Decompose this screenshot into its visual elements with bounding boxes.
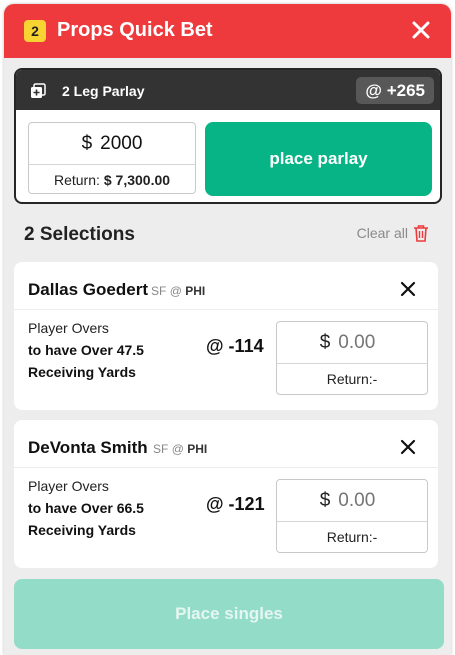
selections-title: 2 Selections — [24, 224, 135, 245]
trash-icon — [414, 225, 428, 242]
matchup: SF @ PHI — [151, 284, 205, 298]
clear-all-label: Clear all — [356, 225, 408, 241]
selection-stake-field[interactable]: $ — [277, 480, 427, 522]
parlay-bar: 2 Leg Parlay @ +265 — [16, 70, 440, 110]
at-symbol: @ — [169, 284, 182, 298]
matchup: SF @ PHI — [153, 442, 207, 456]
parlay-card: 2 Leg Parlay @ +265 $ 2000 Return: $ 7,3… — [14, 68, 442, 204]
selection-card-header: Dallas Goedert SF @ PHI — [14, 262, 438, 310]
selection-stake-box[interactable]: $ Return:- — [276, 479, 428, 553]
home-team: PHI — [185, 284, 206, 298]
remove-selection-icon[interactable] — [400, 281, 416, 297]
away-team: SF — [151, 284, 167, 298]
selection-stake-input[interactable] — [338, 331, 385, 354]
close-icon[interactable] — [409, 18, 433, 42]
market-name: Player Overs — [28, 320, 109, 336]
clear-all-button[interactable]: Clear all — [357, 224, 429, 242]
selection-stat: Receiving Yards — [28, 522, 136, 538]
parlay-label: 2 Leg Parlay — [62, 83, 145, 99]
home-team: PHI — [187, 442, 208, 456]
selection-count-badge: 2 — [24, 20, 46, 42]
currency-symbol: $ — [319, 489, 331, 511]
parlay-stake-box[interactable]: $ 2000 Return: $ 7,300.00 — [28, 122, 196, 194]
quick-bet-panel: 2 Props Quick Bet 2 Leg Parlay @ +265 $ … — [4, 4, 451, 655]
selection-price: @ -121 — [206, 494, 265, 514]
selection-stake-input[interactable] — [338, 489, 385, 512]
selection-stake-field[interactable]: $ — [277, 322, 427, 364]
parlay-return: Return: $ 7,300.00 — [29, 165, 195, 194]
panel-title: Props Quick Bet — [57, 19, 213, 41]
parlay-odds: @ +265 — [356, 77, 434, 104]
place-singles-button[interactable]: Place singles — [14, 579, 444, 649]
currency-symbol: $ — [319, 331, 331, 353]
away-team: SF — [153, 442, 169, 456]
parlay-stake-value: 2000 — [100, 132, 143, 154]
selection-card: DeVonta Smith SF @ PHI Player Overs to h… — [14, 420, 438, 568]
selection-price: @ -114 — [206, 336, 264, 356]
player-name: Dallas Goedert — [28, 280, 148, 299]
player-name: DeVonta Smith — [28, 438, 148, 457]
selection-return: Return:- — [326, 371, 378, 387]
selection-stat: Receiving Yards — [28, 364, 136, 380]
selection-stake-box[interactable]: $ Return:- — [276, 321, 428, 395]
at-symbol: @ — [171, 442, 184, 456]
add-leg-icon — [31, 83, 46, 98]
parlay-return-value: $ 7,300.00 — [103, 171, 171, 188]
selection-card-header: DeVonta Smith SF @ PHI — [14, 420, 438, 468]
parlay-return-label: Return: — [53, 171, 100, 188]
selection-line: to have Over 66.5 — [28, 500, 144, 516]
place-parlay-button[interactable]: place parlay — [205, 122, 432, 196]
selection-card: Dallas Goedert SF @ PHI Player Overs to … — [14, 262, 438, 410]
selection-return: Return:- — [326, 529, 378, 545]
market-name: Player Overs — [28, 478, 109, 494]
remove-selection-icon[interactable] — [400, 439, 416, 455]
selection-line: to have Over 47.5 — [28, 342, 144, 358]
parlay-stake-input[interactable]: $ 2000 — [29, 123, 195, 165]
currency-symbol: $ — [81, 132, 93, 154]
quick-bet-header: 2 Props Quick Bet — [4, 4, 451, 58]
